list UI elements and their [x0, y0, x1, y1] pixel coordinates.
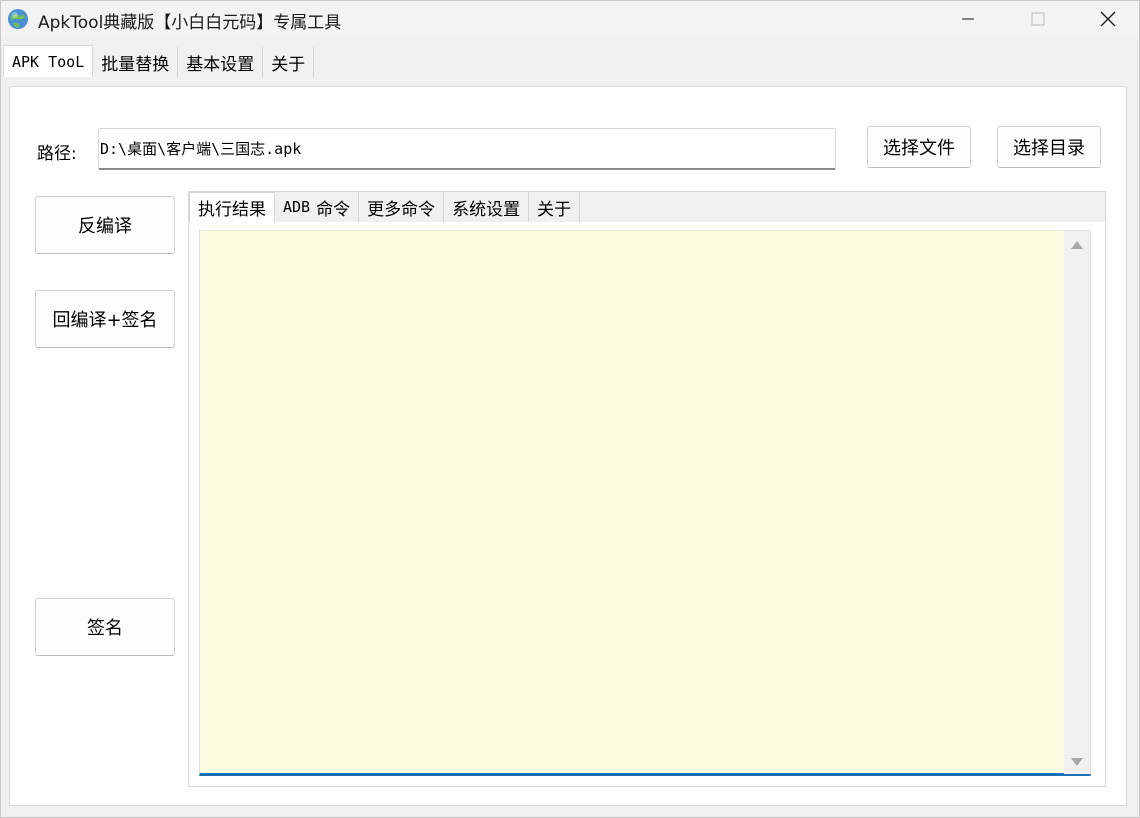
output-textarea[interactable]	[199, 230, 1091, 776]
window-title: ApkTool典藏版【小白白元码】专属工具	[38, 13, 342, 33]
scroll-up-arrow-icon[interactable]	[1071, 241, 1083, 249]
title-bar[interactable]: ApkTool典藏版【小白白元码】专属工具	[1, 1, 1139, 37]
minimize-button[interactable]	[945, 1, 991, 37]
output-tab-panel: 执行结果 ADB 命令 更多命令 系统设置 关于	[188, 191, 1106, 787]
tab-batch-replace[interactable]: 批量替换	[93, 47, 179, 77]
recompile-sign-button[interactable]: 回编译+签名	[35, 290, 175, 348]
path-label: 路径:	[37, 144, 77, 164]
close-button[interactable]	[1085, 1, 1131, 37]
choose-directory-button[interactable]: 选择目录	[997, 126, 1101, 168]
app-window: ApkTool典藏版【小白白元码】专属工具 APK TooL 批量替换 基本设置…	[0, 0, 1140, 818]
tab-system-settings[interactable]: 系统设置	[444, 192, 530, 222]
tab-basic-settings[interactable]: 基本设置	[178, 47, 264, 77]
tab-more-commands[interactable]: 更多命令	[359, 192, 445, 222]
tab-about[interactable]: 关于	[263, 47, 315, 77]
choose-file-button[interactable]: 选择文件	[867, 126, 971, 168]
close-icon	[1100, 11, 1116, 27]
maximize-icon	[1031, 12, 1045, 26]
tab-inner-about[interactable]: 关于	[529, 192, 581, 222]
tab-adb-commands[interactable]: ADB 命令	[275, 192, 360, 222]
main-tab-strip: APK TooL 批量替换 基本设置 关于	[3, 45, 315, 77]
minimize-icon	[962, 18, 974, 20]
apk-tool-panel: 路径: D:\桌面\客户端\三国志.apk 选择文件 选择目录 反编译 回编译+…	[9, 86, 1127, 806]
decompile-button[interactable]: 反编译	[35, 196, 175, 254]
sign-button[interactable]: 签名	[35, 598, 175, 656]
tab-execution-result-label: 执行结果	[198, 200, 266, 220]
path-input-value: D:\桌面\客户端\三国志.apk	[100, 140, 302, 158]
globe-icon	[8, 9, 28, 29]
scroll-down-arrow-icon[interactable]	[1071, 758, 1083, 766]
output-tab-strip: 执行结果 ADB 命令 更多命令 系统设置 关于	[189, 192, 581, 222]
path-input[interactable]: D:\桌面\客户端\三国志.apk	[98, 128, 836, 170]
maximize-button[interactable]	[1015, 1, 1061, 37]
output-scrollbar[interactable]	[1064, 231, 1090, 774]
tab-adb-commands-prefix: ADB	[283, 198, 311, 216]
output-tab-body	[189, 222, 1105, 786]
tab-adb-commands-label: 命令	[316, 199, 351, 220]
tab-apk-tool[interactable]: APK TooL	[3, 45, 94, 77]
tab-execution-result[interactable]: 执行结果	[189, 192, 275, 222]
